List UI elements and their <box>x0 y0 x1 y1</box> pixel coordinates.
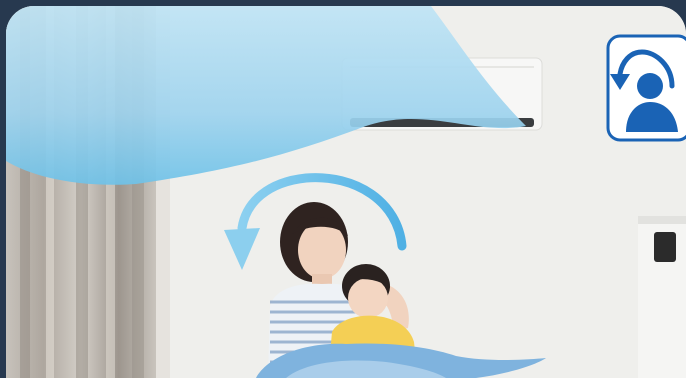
room-scene <box>6 6 686 378</box>
side-cabinet <box>638 216 686 378</box>
feature-badge <box>606 34 686 142</box>
product-photo <box>6 6 686 378</box>
hero-frame <box>0 0 686 378</box>
